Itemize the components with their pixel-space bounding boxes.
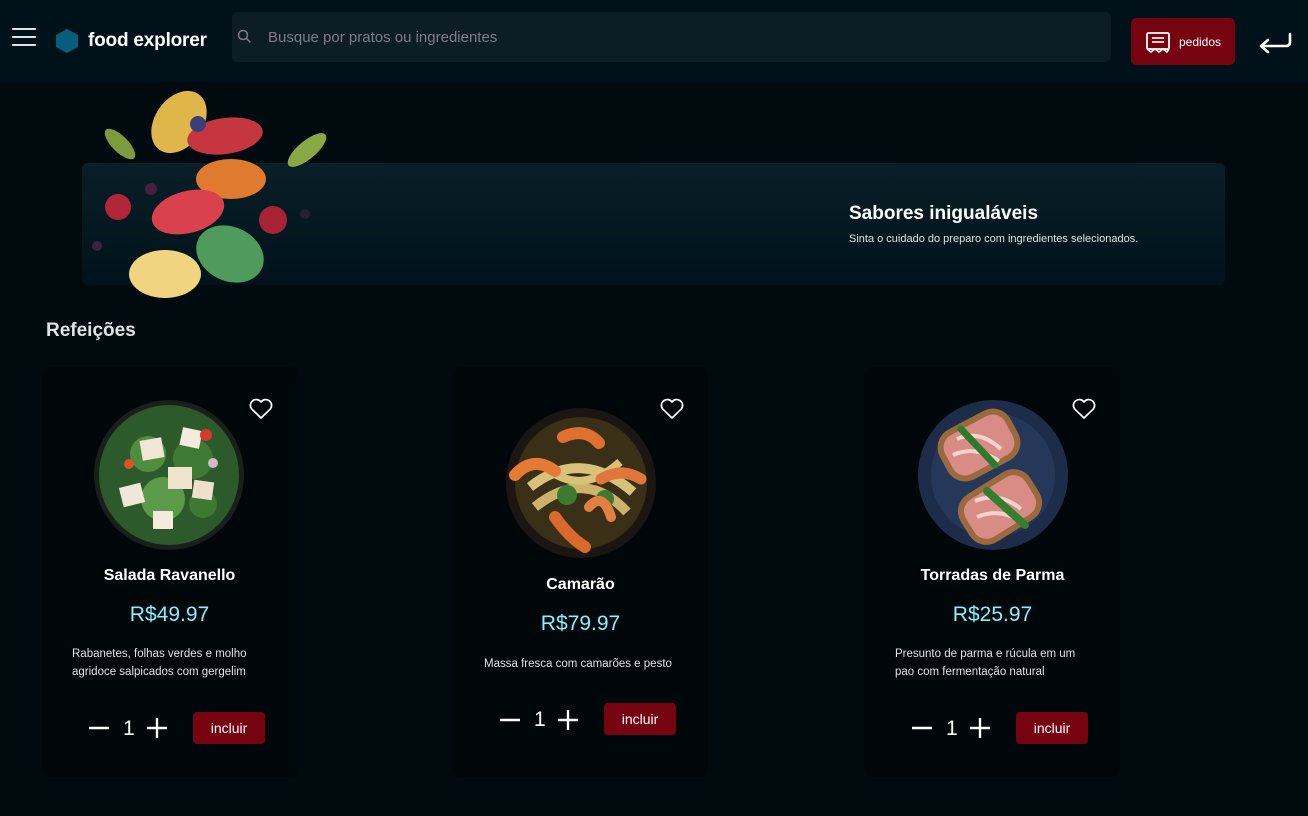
dish-description: Rabanetes, folhas verdes e molho agridoc… <box>72 648 247 678</box>
heart-icon[interactable] <box>1071 397 1097 421</box>
salad-image[interactable] <box>93 399 245 551</box>
dish-card[interactable]: Salada Ravanello R$49.97 Rabanetes, folh… <box>42 367 297 777</box>
minus-icon[interactable] <box>911 717 933 739</box>
include-button[interactable]: incluir <box>193 712 265 744</box>
dish-description: Presunto de parma e rúcula em um pao com… <box>895 648 1076 678</box>
dish-name: Salada Ravanello <box>103 567 236 584</box>
section-title: Refeições <box>46 320 136 341</box>
include-button[interactable]: incluir <box>1016 712 1088 744</box>
banner-subtitle: Sinta o cuidado do preparo com ingredien… <box>849 233 1139 245</box>
dish-card[interactable]: Torradas de Parma R$25.97 Presunto de pa… <box>865 367 1120 777</box>
heart-icon[interactable] <box>248 397 274 421</box>
quantity-value: 1 <box>123 717 135 740</box>
dish-name: Torradas de Parma <box>920 567 1065 584</box>
dish-price: R$25.97 <box>952 603 1033 626</box>
plus-icon[interactable] <box>557 709 579 731</box>
search-bar <box>232 12 1111 62</box>
banner-title: Sabores inigualáveis <box>849 203 1039 224</box>
dish-price: R$79.97 <box>540 612 621 635</box>
quantity-value: 1 <box>534 708 546 731</box>
app-header: food explorer pedidos <box>0 0 1308 82</box>
app-logo[interactable]: food explorer <box>56 29 207 53</box>
dish-name: Camarão <box>546 576 615 593</box>
parma-toast-image[interactable] <box>917 399 1069 551</box>
hexagon-logo-icon <box>56 29 78 53</box>
minus-icon[interactable] <box>88 717 110 739</box>
orders-label: pedidos <box>1178 34 1222 49</box>
plus-icon[interactable] <box>146 717 168 739</box>
heart-icon[interactable] <box>659 397 685 421</box>
quantity-value: 1 <box>946 717 958 740</box>
receipt-icon <box>1146 31 1170 53</box>
orders-button[interactable]: pedidos <box>1131 18 1235 65</box>
macarons-illustration <box>92 90 327 298</box>
return-arrow-icon[interactable] <box>1256 28 1296 56</box>
minus-icon[interactable] <box>499 709 521 731</box>
dish-card[interactable]: Camarão R$79.97 Massa fresca com camarõe… <box>453 367 708 777</box>
hamburger-menu-icon[interactable] <box>12 28 36 52</box>
include-button[interactable]: incluir <box>604 703 676 735</box>
search-icon <box>237 29 251 43</box>
app-name: food explorer <box>88 30 207 51</box>
shrimp-pasta-image[interactable] <box>505 407 657 559</box>
dish-description: Massa fresca com camarões e pesto <box>484 658 672 670</box>
plus-icon[interactable] <box>969 717 991 739</box>
search-input[interactable] <box>268 12 1098 62</box>
dish-price: R$49.97 <box>129 603 210 626</box>
